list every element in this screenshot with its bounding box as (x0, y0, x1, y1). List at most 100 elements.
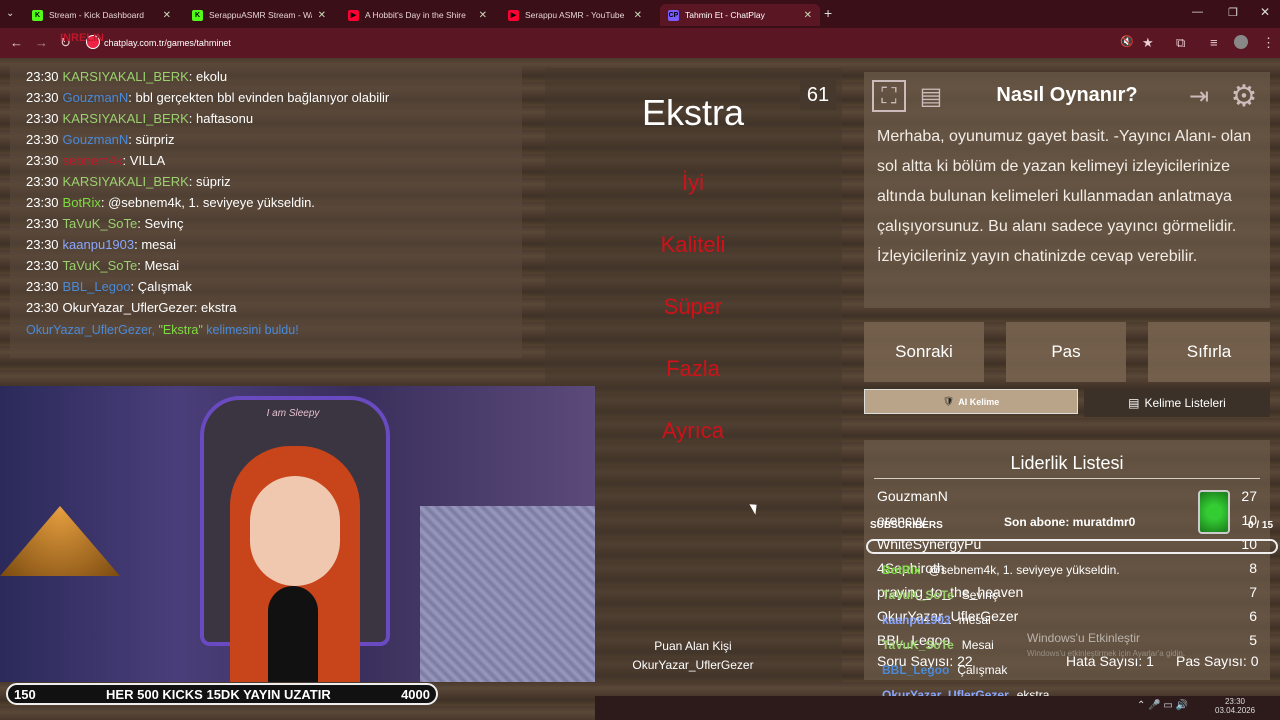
tab-favicon-icon: K (32, 9, 43, 21)
next-button[interactable]: Sonraki (864, 322, 984, 382)
activation-watermark: Windows'u Etkinleştir (1027, 631, 1140, 645)
word-lists-button[interactable]: ▤ Kelime Listeleri (1084, 389, 1270, 417)
tab-favicon-icon: ▶ (348, 9, 359, 21)
sub-goal: 0 / 15 (1248, 520, 1274, 531)
chat-time: 23:30 (26, 216, 59, 231)
new-tab-plus-icon[interactable]: + (824, 5, 832, 21)
menu-dots-icon[interactable]: ⋮ (1262, 35, 1275, 51)
overlay-chat-message: TaVuK_SoTe Mesai (882, 638, 994, 652)
profile-avatar[interactable] (1234, 35, 1248, 49)
forbidden-word: Süper (663, 294, 723, 319)
pass-button[interactable]: Pas (1006, 322, 1126, 382)
chat-text: : Sevinç (137, 216, 184, 231)
subs-label: SUBSCRIBERS (870, 520, 943, 531)
activation-watermark-sub: Windows'u etkinleştirmek için Ayarlar'a … (1027, 649, 1186, 658)
tab-close-icon[interactable]: ✕ (804, 10, 812, 21)
chat-text: : mesai (134, 237, 177, 252)
tab-label: Stream - Kick Dashboard (49, 10, 144, 20)
tab-4[interactable]: ▶ Serappu ASMR - YouTube ✕ (500, 4, 650, 26)
tab-label: SerappuASMR Stream - Watch (209, 10, 312, 20)
chat-username[interactable]: BotRix (63, 195, 101, 210)
chat-message: 23:30 GouzmanN: sürpriz (26, 132, 175, 147)
reading-list-icon[interactable]: ≡ (1210, 35, 1218, 50)
tab-favicon-icon: K (192, 9, 203, 21)
found-word: "Ekstra" (158, 323, 203, 337)
howto-body: Merhaba, oyunumuz gayet basit. -Yayıncı … (877, 128, 1252, 265)
tab-bar: ⌄ K Stream - Kick Dashboard ✕ K SerappuASMR … (0, 0, 1280, 28)
streamer-face (250, 476, 340, 586)
pass-count: Pas Sayısı: 0 (1176, 653, 1259, 669)
reset-button[interactable]: Sıfırla (1148, 322, 1270, 382)
chat-username[interactable]: KARSIYAKALI_BERK (63, 111, 189, 126)
chat-message: 23:30 BBL_Legoo: Çalışmak (26, 279, 192, 294)
overlay-chat-text: @sebnem4k, 1. seviyeye yükseldin. (928, 563, 1120, 577)
chat-message: 23:30 sebnem4k: VILLA (26, 153, 165, 168)
mute-site-icon[interactable]: 🔇 (1120, 35, 1134, 48)
tab-3[interactable]: ▶ A Hobbit's Day in the Shire ✕ (340, 4, 495, 26)
close-window-icon[interactable]: ✕ (1260, 5, 1270, 19)
leaderboard-score: 8 (1249, 560, 1257, 576)
chat-time: 23:30 (26, 174, 59, 189)
chat-username[interactable]: TaVuK_SoTe (63, 258, 138, 273)
tab-2[interactable]: K SerappuASMR Stream - Watch ✕ (184, 4, 334, 26)
leaderboard-score: 6 (1249, 608, 1257, 624)
overlay-chat-message: BBL_Legoo Çalışmak (882, 663, 1007, 677)
extensions-icon[interactable]: ⧉ (1176, 35, 1185, 51)
chat-message: 23:30 TaVuK_SoTe: Mesai (26, 258, 179, 273)
chat-text: : sürpriz (128, 132, 175, 147)
tab-favicon-icon: CP (668, 9, 679, 21)
tab-close-icon[interactable]: ✕ (479, 10, 487, 21)
streamer-name-overlay: INRELIN (60, 32, 104, 44)
url-text: chatplay.com.tr/games/tahminet (104, 38, 231, 48)
chat-username[interactable]: GouzmanN (63, 132, 129, 147)
maximize-icon[interactable]: ❐ (1228, 6, 1238, 19)
chat-text: : @sebnem4k, 1. seviyeye yükseldin. (100, 195, 315, 210)
banner-text: HER 500 KICKS 15DK YAYIN UZATIR (106, 686, 331, 702)
settings-gear-icon[interactable]: ⚙ (1226, 78, 1262, 114)
chat-username[interactable]: TaVuK_SoTe (63, 216, 138, 231)
bookmark-star-icon[interactable]: ★ (1142, 35, 1154, 51)
minimize-icon[interactable]: — (1192, 6, 1203, 18)
fullscreen-icon[interactable]: ⛶ (872, 80, 906, 112)
chat-text: : ekolu (188, 69, 228, 84)
chat-message: 23:30 TaVuK_SoTe: Sevinç (26, 216, 183, 231)
overlay-chat-text: mesai (958, 613, 991, 627)
leaderboard-title: Liderlik Listesi (1010, 453, 1124, 473)
tab-close-icon[interactable]: ✕ (634, 10, 642, 21)
goal-jar-icon (1198, 490, 1230, 534)
tab-1[interactable]: K Stream - Kick Dashboard ✕ (24, 4, 179, 26)
knit-blanket (420, 506, 595, 682)
chat-username[interactable]: kaanpu1903 (63, 237, 135, 252)
url-input[interactable]: chatplay.com.tr/games/tahminet (80, 32, 1166, 54)
tab-5[interactable]: CP Tahmin Et - ChatPlay ✕ (660, 4, 820, 26)
chat-time: 23:30 (26, 258, 59, 273)
found-message: OkurYazar_UflerGezer, "Ekstra" kelimesin… (26, 323, 299, 337)
main-word: Ekstra (641, 92, 745, 133)
chat-username[interactable]: KARSIYAKALI_BERK (63, 174, 189, 189)
tab-search-chevron-icon[interactable]: ⌄ (6, 8, 14, 19)
leaderboard-name: GouzmanN (877, 488, 948, 504)
forbidden-word: Kaliteli (660, 232, 726, 257)
chat-username[interactable]: BBL_Legoo (63, 279, 131, 294)
tab-close-icon[interactable]: ✕ (163, 10, 171, 21)
ai-word-button[interactable]: 🛡 AI Kelime (864, 389, 1078, 414)
forward-arrow-icon[interactable]: → (35, 35, 48, 50)
chat-message: 23:30 KARSIYAKALI_BERK: süpriz (26, 174, 231, 189)
chat-username[interactable]: sebnem4k (63, 153, 123, 168)
document-icon[interactable]: ▤ (914, 80, 948, 112)
overlay-chat-user: kaanpu1903 (882, 613, 951, 627)
overlay-chat-user: TaVuK_SoTe (882, 638, 954, 652)
chat-username[interactable]: GouzmanN (63, 90, 129, 105)
back-arrow-icon[interactable]: ← (10, 35, 23, 50)
chat-username[interactable]: KARSIYAKALI_BERK (63, 69, 189, 84)
chat-username[interactable]: OkurYazar_UflerGezer (63, 300, 194, 315)
leaderboard-score: 5 (1249, 632, 1257, 648)
clock[interactable]: 23:30 03.04.2026 (1215, 697, 1255, 715)
tab-close-icon[interactable]: ✕ (318, 10, 326, 21)
chat-text: : VILLA (122, 153, 166, 168)
chat-message: 23:30 KARSIYAKALI_BERK: ekolu (26, 69, 227, 84)
found-rest: kelimesini buldu! (206, 323, 299, 337)
chat-message: 23:30 GouzmanN: bbl gerçekten bbl evinden… (26, 90, 389, 105)
logout-icon[interactable]: ⇥ (1182, 80, 1216, 112)
tray-icons[interactable]: ⌃ 🎤 ▭ 🔊 (1137, 700, 1188, 711)
